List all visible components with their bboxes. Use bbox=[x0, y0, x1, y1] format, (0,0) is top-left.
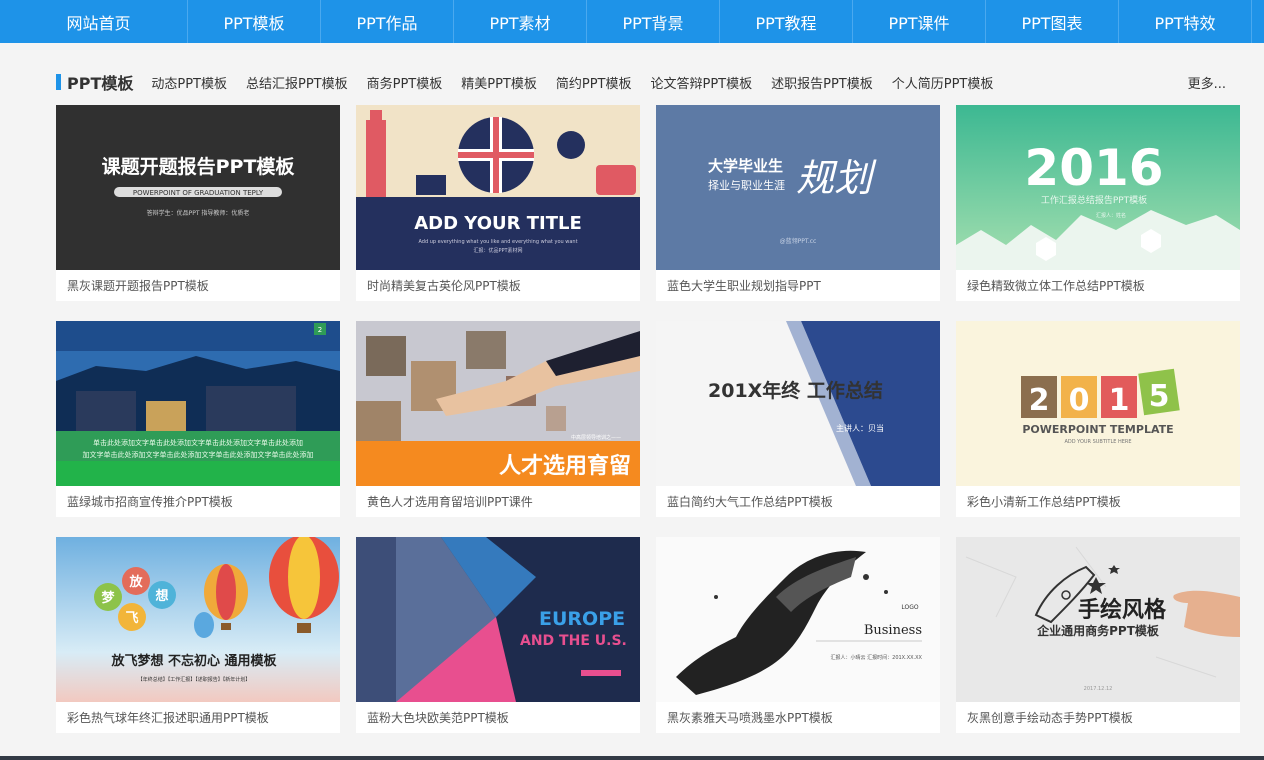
template-thumbnail[interactable]: EUROPE AND THE U.S. bbox=[356, 537, 640, 702]
template-caption[interactable]: 蓝绿城市招商宣传推介PPT模板 bbox=[67, 493, 233, 510]
template-thumbnail[interactable]: LOGO Business 汇报人：小晴云 汇报时间：201X.XX.XX bbox=[656, 537, 940, 702]
thumb-title-line1: 大学毕业生 bbox=[708, 157, 783, 175]
template-thumbnail[interactable]: 课题开题报告PPT模板 POWERPOINT OF GRADUATION TEP… bbox=[56, 105, 340, 270]
thumb-line2: 加文字单击此处添加文字单击此处添加文字单击此处添加文字单击此处添加 bbox=[83, 450, 314, 459]
thumb-title: Business bbox=[864, 623, 922, 638]
template-thumbnail[interactable]: 手绘风格 企业通用商务PPT模板 2017.12.12 bbox=[956, 537, 1240, 702]
thumb-subtitle: ADD YOUR SUBTITLE HERE bbox=[1064, 439, 1131, 445]
more-link[interactable]: 更多... bbox=[1188, 73, 1226, 92]
thumb-title: 手绘风格 bbox=[1078, 597, 1167, 623]
thumb-title: 课题开题报告PPT模板 bbox=[102, 155, 296, 178]
thumb-digit-3: 1 bbox=[1109, 383, 1130, 418]
category-link-business[interactable]: 商务PPT模板 bbox=[367, 73, 443, 92]
nav-item-home[interactable]: 网站首页 bbox=[0, 0, 188, 43]
thumb-bubble-1: 放 bbox=[128, 574, 143, 590]
nav-item-ppt-charts[interactable]: PPT图表 bbox=[986, 0, 1119, 43]
template-caption[interactable]: 彩色小清新工作总结PPT模板 bbox=[967, 493, 1121, 510]
nav-item-ppt-effects[interactable]: PPT特效 bbox=[1119, 0, 1252, 43]
template-thumbnail[interactable]: 201X年终 工作总结 主讲人：贝当 bbox=[656, 321, 940, 486]
category-link-summary-report[interactable]: 总结汇报PPT模板 bbox=[246, 73, 348, 92]
category-link-beautiful[interactable]: 精美PPT模板 bbox=[461, 73, 537, 92]
thumb-title: 201X年终 工作总结 bbox=[708, 379, 883, 402]
thumb-meta: @蓝翎PPT.cc bbox=[780, 237, 817, 245]
template-card[interactable]: EUROPE AND THE U.S. 蓝粉大色块欧美范PPT模板 bbox=[356, 537, 640, 733]
nav-item-ppt-backgrounds[interactable]: PPT背景 bbox=[587, 0, 720, 43]
thumb-title: 人才选用育留 bbox=[499, 453, 631, 479]
template-card[interactable]: 中高层领导培训之—— 人才选用育留 黄色人才选用育留培训PPT课件 bbox=[356, 321, 640, 517]
thumb-title: 放飞梦想 不忘初心 通用模板 bbox=[110, 653, 277, 669]
template-caption[interactable]: 蓝色大学生职业规划指导PPT bbox=[667, 277, 821, 294]
thumb-title-line1: EUROPE bbox=[539, 608, 625, 630]
thumb-subtitle: Add up everything what you like and ever… bbox=[418, 239, 577, 245]
template-thumbnail[interactable]: 2016 工作汇报总结报告PPT模板 汇报人：姓名 bbox=[956, 105, 1240, 270]
thumb-digit-4: 5 bbox=[1149, 379, 1170, 414]
template-thumbnail[interactable]: 2 单击此处添加文字单击此处添加文字单击此处添加文字单击此处添加 加文字单击此处… bbox=[56, 321, 340, 486]
thumb-title: 2016 bbox=[1024, 139, 1163, 197]
template-thumbnail[interactable]: 2 0 1 5 POWERPOINT TEMPLATE ADD YOUR SUB… bbox=[956, 321, 1240, 486]
template-card[interactable]: ADD YOUR TITLE Add up everything what yo… bbox=[356, 105, 640, 301]
section-accent-bar bbox=[56, 74, 61, 90]
template-card[interactable]: 2 0 1 5 POWERPOINT TEMPLATE ADD YOUR SUB… bbox=[956, 321, 1240, 517]
thumb-bubble-4: 飞 bbox=[125, 611, 138, 626]
thumb-title-line2: AND THE U.S. bbox=[520, 633, 627, 649]
category-link-resume[interactable]: 个人简历PPT模板 bbox=[892, 73, 994, 92]
thumb-meta: 中高层领导培训之—— bbox=[571, 434, 621, 441]
thumb-meta: 汇报人：姓名 bbox=[1096, 212, 1126, 219]
thumb-meta: 主讲人：贝当 bbox=[836, 423, 884, 433]
template-card[interactable]: 2 单击此处添加文字单击此处添加文字单击此处添加文字单击此处添加 加文字单击此处… bbox=[56, 321, 340, 517]
thumb-logo: LOGO bbox=[901, 604, 919, 611]
template-card[interactable]: LOGO Business 汇报人：小晴云 汇报时间：201X.XX.XX 黑灰… bbox=[656, 537, 940, 733]
template-caption[interactable]: 时尚精美复古英伦风PPT模板 bbox=[367, 277, 521, 294]
thumb-title: ADD YOUR TITLE bbox=[414, 213, 582, 234]
section-title[interactable]: PPT模板 bbox=[67, 70, 133, 94]
template-thumbnail[interactable]: 放 想 梦 飞 放飞梦想 不忘初心 通用模板 【年终总结】【工作汇报】【述职报告… bbox=[56, 537, 340, 702]
thumb-tags: 【年终总结】【工作汇报】【述职报告】【新年计划】 bbox=[138, 676, 251, 683]
template-thumbnail[interactable]: 中高层领导培训之—— 人才选用育留 bbox=[356, 321, 640, 486]
template-thumbnail[interactable]: ADD YOUR TITLE Add up everything what yo… bbox=[356, 105, 640, 270]
template-caption[interactable]: 灰黑创意手绘动态手势PPT模板 bbox=[967, 709, 1133, 726]
thumb-line1: 单击此处添加文字单击此处添加文字单击此处添加文字单击此处添加 bbox=[93, 438, 303, 447]
thumb-script: 规划 bbox=[796, 156, 877, 200]
bottom-divider bbox=[0, 756, 1264, 760]
template-caption[interactable]: 蓝粉大色块欧美范PPT模板 bbox=[367, 709, 509, 726]
template-card[interactable]: 课题开题报告PPT模板 POWERPOINT OF GRADUATION TEP… bbox=[56, 105, 340, 301]
template-card[interactable]: 2016 工作汇报总结报告PPT模板 汇报人：姓名 绿色精致微立体工作总结PPT… bbox=[956, 105, 1240, 301]
section-header: PPT模板 动态PPT模板 总结汇报PPT模板 商务PPT模板 精美PPT模板 … bbox=[56, 70, 1240, 94]
thumb-bubble-3: 梦 bbox=[101, 590, 115, 606]
thumb-meta: 答辩学生：优品PPT 指导教师：优质老 bbox=[147, 209, 250, 217]
nav-item-ppt-tutorials[interactable]: PPT教程 bbox=[720, 0, 853, 43]
thumb-meta: 汇报人：小晴云 汇报时间：201X.XX.XX bbox=[831, 654, 923, 661]
thumb-page: 2 bbox=[318, 326, 322, 334]
nav-item-ppt-works[interactable]: PPT作品 bbox=[321, 0, 454, 43]
template-caption[interactable]: 黄色人才选用育留培训PPT课件 bbox=[367, 493, 533, 510]
thumb-title-line2: 择业与职业生涯 bbox=[708, 178, 785, 192]
thumb-bubble-2: 想 bbox=[155, 588, 168, 604]
top-nav: 网站首页 PPT模板 PPT作品 PPT素材 PPT背景 PPT教程 PPT课件… bbox=[0, 0, 1264, 43]
template-card[interactable]: 放 想 梦 飞 放飞梦想 不忘初心 通用模板 【年终总结】【工作汇报】【述职报告… bbox=[56, 537, 340, 733]
category-link-simple[interactable]: 简约PPT模板 bbox=[556, 73, 632, 92]
thumb-meta: 汇报：优品PPT素材网 bbox=[473, 247, 522, 254]
template-caption[interactable]: 黑灰素雅天马喷溅墨水PPT模板 bbox=[667, 709, 833, 726]
category-link-work-report[interactable]: 述职报告PPT模板 bbox=[771, 73, 873, 92]
category-link-thesis-defense[interactable]: 论文答辩PPT模板 bbox=[651, 73, 753, 92]
template-caption[interactable]: 蓝白简约大气工作总结PPT模板 bbox=[667, 493, 833, 510]
template-caption[interactable]: 黑灰课题开题报告PPT模板 bbox=[67, 277, 209, 294]
thumb-digit-1: 2 bbox=[1029, 383, 1050, 418]
thumb-subtitle: POWERPOINT OF GRADUATION TEPLY bbox=[133, 189, 264, 197]
nav-item-ppt-templates[interactable]: PPT模板 bbox=[188, 0, 321, 43]
nav-item-ppt-materials[interactable]: PPT素材 bbox=[454, 0, 587, 43]
template-thumbnail[interactable]: 大学毕业生 择业与职业生涯 规划 @蓝翎PPT.cc bbox=[656, 105, 940, 270]
thumb-subtitle: 企业通用商务PPT模板 bbox=[1036, 623, 1160, 638]
thumb-subtitle: 工作汇报总结报告PPT模板 bbox=[1041, 194, 1147, 206]
template-caption[interactable]: 彩色热气球年终汇报述职通用PPT模板 bbox=[67, 709, 269, 726]
template-caption[interactable]: 绿色精致微立体工作总结PPT模板 bbox=[967, 277, 1145, 294]
category-link-animated[interactable]: 动态PPT模板 bbox=[151, 73, 227, 92]
nav-item-ppt-courseware[interactable]: PPT课件 bbox=[853, 0, 986, 43]
thumb-meta: 2017.12.12 bbox=[1084, 686, 1113, 692]
template-card[interactable]: 201X年终 工作总结 主讲人：贝当 蓝白简约大气工作总结PPT模板 bbox=[656, 321, 940, 517]
thumb-digit-2: 0 bbox=[1069, 383, 1090, 418]
thumb-title: POWERPOINT TEMPLATE bbox=[1022, 423, 1173, 436]
template-card[interactable]: 大学毕业生 择业与职业生涯 规划 @蓝翎PPT.cc 蓝色大学生职业规划指导PP… bbox=[656, 105, 940, 301]
template-card[interactable]: 手绘风格 企业通用商务PPT模板 2017.12.12 灰黑创意手绘动态手势PP… bbox=[956, 537, 1240, 733]
